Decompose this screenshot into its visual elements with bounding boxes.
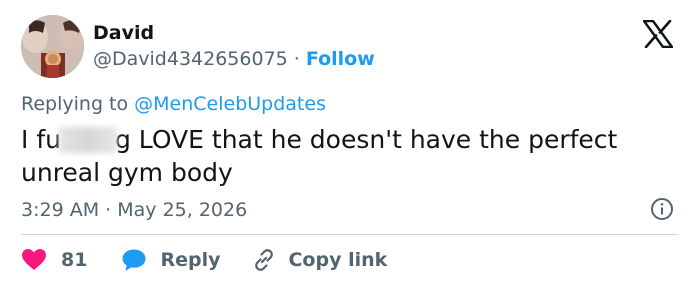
copy-link-label: Copy link	[288, 249, 388, 271]
like-button[interactable]: 81	[21, 248, 87, 272]
reply-bubble-icon	[122, 249, 146, 271]
handle-separator: ·	[293, 48, 300, 70]
follow-button[interactable]: Follow	[306, 48, 375, 70]
info-icon[interactable]	[650, 197, 674, 221]
reply-button[interactable]: Reply	[121, 248, 220, 272]
author-handle-line: @David4342656075 · Follow	[93, 47, 375, 71]
tweet-text: I fu g LOVE that he doesn't have the perf…	[21, 123, 661, 189]
reply-context-prefix: Replying to	[21, 93, 135, 115]
avatar-image	[21, 15, 84, 78]
reply-label: Reply	[160, 249, 221, 271]
author-name[interactable]: David	[93, 21, 154, 45]
like-count: 81	[61, 249, 88, 271]
link-icon	[255, 249, 274, 271]
heart-icon	[22, 249, 46, 270]
reply-mention-link[interactable]: @MenCelebUpdates	[134, 93, 326, 115]
avatar[interactable]	[21, 15, 84, 78]
action-bar: 81 Reply Copy link	[21, 246, 387, 274]
tweet-text-start: I fu	[21, 125, 61, 154]
tweet-timestamp[interactable]: 3:29 AM · May 25, 2026	[21, 198, 247, 222]
timestamp-separator: ·	[105, 199, 112, 221]
x-logo-icon[interactable]	[643, 20, 673, 48]
tweet-date: May 25, 2026	[117, 199, 248, 221]
divider	[21, 234, 678, 235]
reply-context: Replying to @MenCelebUpdates	[21, 92, 326, 116]
author-handle[interactable]: @David4342656075	[93, 48, 288, 70]
copy-link-button[interactable]: Copy link	[251, 247, 387, 273]
tweet-time: 3:29 AM	[21, 199, 100, 221]
censored-blur	[58, 127, 117, 153]
